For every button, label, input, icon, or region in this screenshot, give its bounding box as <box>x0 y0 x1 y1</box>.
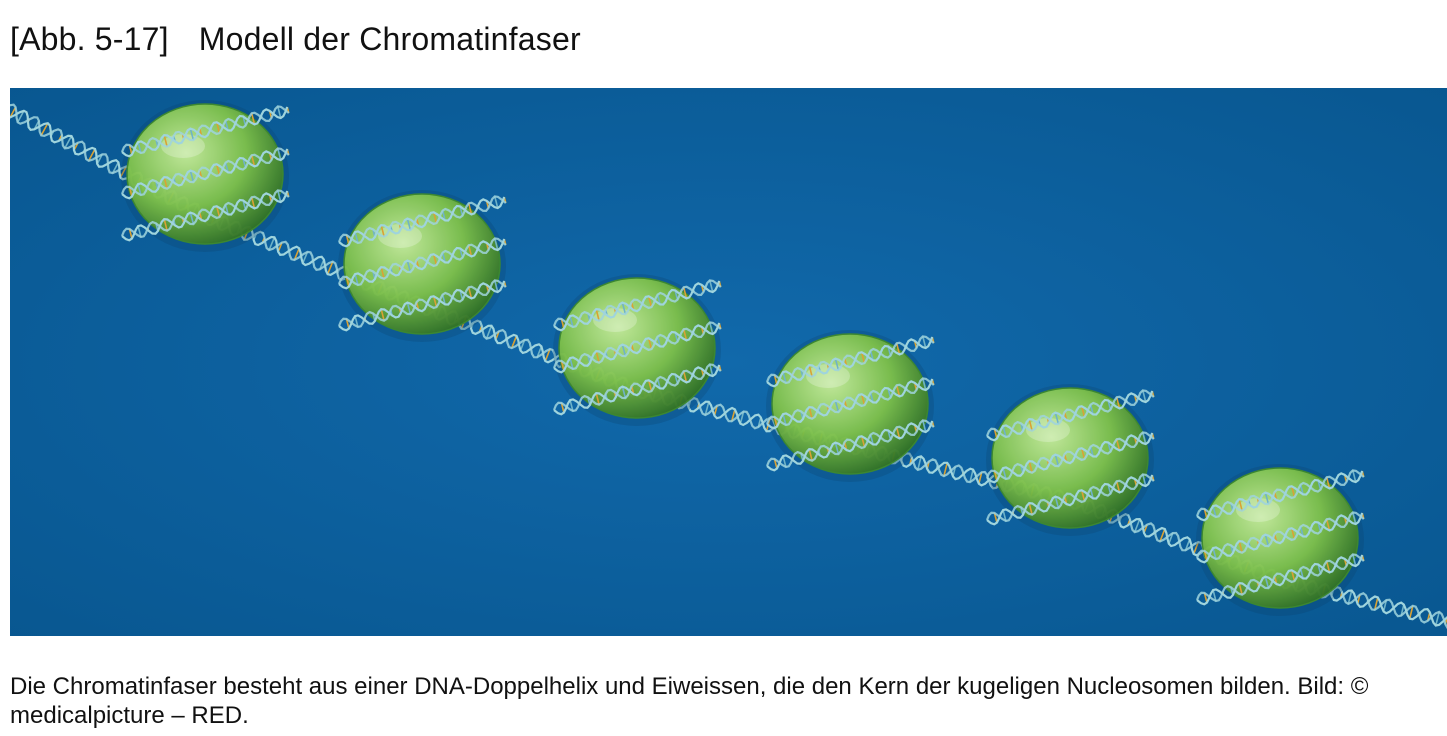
nucleosome <box>1195 464 1365 616</box>
chromatin-fiber-illustration <box>10 88 1447 636</box>
chromatin-svg <box>10 88 1447 636</box>
nucleosome <box>337 190 507 342</box>
nucleosome <box>552 274 722 426</box>
nucleosome <box>985 384 1155 536</box>
figure-caption: Die Chromatinfaser besteht aus einer DNA… <box>10 673 1369 729</box>
nucleosome <box>120 100 290 252</box>
figure-title-text: Modell der Chromatinfaser <box>198 21 581 57</box>
figure-title: [Abb. 5-17] Modell der Chromatinfaser <box>10 18 581 60</box>
nucleosome <box>765 330 935 482</box>
figure-number: [Abb. 5-17] <box>10 21 169 57</box>
